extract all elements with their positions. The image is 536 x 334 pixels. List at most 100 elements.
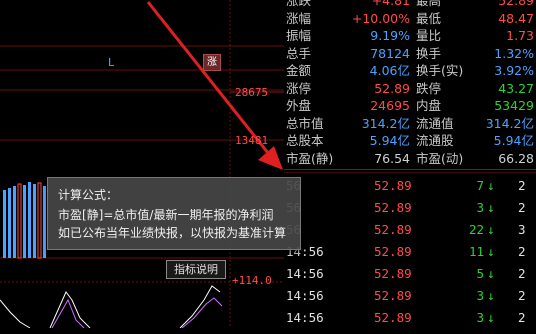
stat-label: 换手(实) — [416, 63, 464, 78]
quote-row: 总市值 314.2亿 流通值 314.2亿 — [284, 116, 536, 131]
quote-row: 金额 4.06亿 换手(实) 3.92% — [284, 63, 536, 78]
stat-label: 外盘 — [286, 98, 312, 113]
tick-volume: 3 — [476, 200, 484, 215]
down-arrow-icon: ↓ — [487, 310, 495, 325]
down-arrow-icon: ↓ — [487, 244, 495, 259]
tick-volume: 5 — [476, 266, 484, 281]
stat-label: 市盈(动) — [416, 150, 464, 166]
stat-label: 跌停 — [416, 80, 442, 96]
quote-row: 总手 78124 换手 1.32% — [284, 46, 536, 61]
stat-label: 最低 — [416, 10, 442, 26]
stat-value: 52.89 — [498, 0, 534, 8]
stat-label: 金额 — [286, 63, 312, 78]
stat-value: 9.19% — [370, 28, 410, 43]
volume-bars — [3, 182, 46, 259]
tick-count: 2 — [518, 200, 526, 215]
price-label-2: 13481 — [235, 134, 269, 147]
stat-label: 总手 — [286, 45, 312, 61]
stat-value: 1.32% — [494, 45, 534, 61]
stat-label: 涨停 — [286, 80, 312, 96]
tick-row: 14:56 52.89 3 2 ↓ — [284, 310, 536, 334]
indicator-explain-button[interactable]: 指标说明 — [166, 260, 226, 279]
stat-label: 市盈(静) — [286, 150, 334, 166]
stat-value: 52.89 — [374, 80, 410, 96]
tick-row: 14:56 52.89 3 2 ↓ — [284, 288, 536, 312]
quote-row: 涨停 52.89 跌停 43.27 — [284, 81, 536, 96]
tick-time: 14:56 — [286, 310, 324, 325]
annotation-arrow-icon — [258, 146, 283, 170]
stat-value: 48.47 — [498, 10, 534, 26]
stat-value: +4.81 — [371, 0, 410, 8]
tooltip-line2: 如已公布当年业绩快报，以快报为基准计算 — [58, 226, 287, 240]
tick-count: 3 — [518, 222, 526, 237]
down-arrow-icon: ↓ — [487, 288, 495, 303]
tick-volume: 7 — [476, 178, 484, 193]
tick-volume: 3 — [476, 288, 484, 303]
down-arrow-icon: ↓ — [487, 200, 495, 215]
stat-value: 76.54 — [374, 150, 410, 166]
stat-value: 4.06亿 — [369, 63, 410, 78]
stat-value: 43.27 — [498, 80, 534, 96]
marker-badge[interactable]: 涨 — [203, 54, 221, 71]
tick-count: 2 — [518, 266, 526, 281]
down-arrow-icon: ↓ — [487, 178, 495, 193]
quote-row: 市盈(静) 76.54 市盈(动) 66.28 — [284, 151, 536, 166]
tick-row: 5652.89223↓ — [284, 222, 536, 246]
quote-row: 涨幅 +10.00% 最低 48.47 — [284, 11, 536, 26]
tick-time: 14:56 — [286, 288, 324, 303]
stat-label: 涨跌 — [286, 0, 312, 8]
price-label-1: 28675 — [235, 86, 269, 99]
down-arrow-icon: ↓ — [487, 222, 495, 237]
stat-value: 53429 — [494, 98, 534, 113]
stat-label: 总股本 — [286, 133, 324, 148]
down-arrow-icon: ↓ — [487, 266, 495, 281]
stat-value: +10.00% — [351, 10, 410, 26]
stat-value: 78124 — [370, 45, 410, 61]
tooltip-line1: 市盈[静]=总市值/最新一期年报的净利润 — [58, 208, 274, 222]
divider — [284, 169, 536, 170]
stat-value: 5.94亿 — [493, 133, 534, 148]
chart-panel: 28675 13481 +114.0 L 涨 指标说明 — [0, 0, 284, 328]
tick-price: 52.89 — [374, 244, 412, 259]
tick-volume: 22 — [468, 222, 484, 237]
quote-row: 涨跌 +4.81 最高 52.89 — [284, 0, 536, 8]
quote-row: 外盘 24695 内盘 53429 — [284, 98, 536, 113]
tick-row: 5652.8932↓ — [284, 200, 536, 224]
pe-formula-tooltip: 计算公式： 市盈[静]=总市值/最新一期年报的净利润 如已公布当年业绩快报，以快… — [47, 177, 301, 250]
stat-value: 24695 — [370, 98, 410, 113]
stat-value: 3.92% — [494, 63, 534, 78]
marker-l: L — [108, 56, 115, 69]
stat-label: 振幅 — [286, 28, 312, 43]
tick-row: 5652.8972↓ — [284, 178, 536, 202]
tick-price: 52.89 — [374, 266, 412, 281]
stat-label: 流通值 — [416, 115, 454, 131]
quote-row: 振幅 9.19% 量比 1.73 — [284, 28, 536, 43]
stat-label: 最高 — [416, 0, 442, 8]
tick-volume: 3 — [476, 310, 484, 325]
tick-volume: 11 — [468, 244, 484, 259]
quote-row: 总股本 5.94亿 流通股 5.94亿 — [284, 133, 536, 148]
indicator-value-label: +114.0 — [232, 274, 272, 287]
tick-price: 52.89 — [374, 200, 412, 215]
tick-count: 2 — [518, 244, 526, 259]
tick-count: 2 — [518, 178, 526, 193]
tick-count: 2 — [518, 288, 526, 303]
stat-label: 换手 — [416, 45, 442, 61]
stat-value: 314.2亿 — [361, 115, 410, 131]
tick-row: 14:56 52.89 5 2 ↓ — [284, 266, 536, 290]
stat-label: 流通股 — [416, 133, 454, 148]
stat-label: 内盘 — [416, 98, 442, 113]
tick-price: 52.89 — [374, 288, 412, 303]
tick-price: 52.89 — [374, 222, 412, 237]
stat-label: 涨幅 — [286, 10, 312, 26]
stat-value: 5.94亿 — [369, 133, 410, 148]
quote-panel: 涨跌 +4.81 最高 52.89 涨幅 +10.00% 最低 48.47 振幅 9.19% 量比 1… — [284, 0, 536, 328]
divider — [284, 172, 536, 173]
stat-label: 量比 — [416, 28, 442, 43]
tick-time: 14:56 — [286, 266, 324, 281]
tick-price: 52.89 — [374, 178, 412, 193]
tick-price: 52.89 — [374, 310, 412, 325]
tooltip-title: 计算公式： — [58, 188, 119, 202]
tick-row: 14:56 52.89 11 2 ↓ — [284, 244, 536, 268]
tick-count: 2 — [518, 310, 526, 325]
